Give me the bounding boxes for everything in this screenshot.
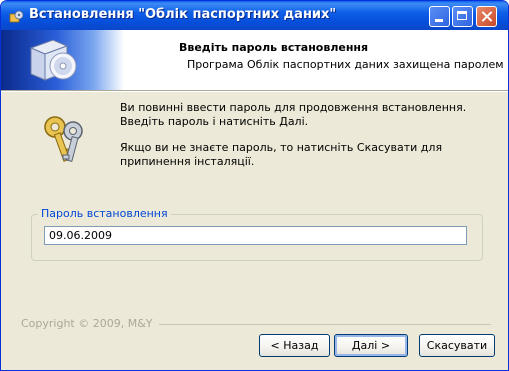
- installer-window: Встановлення "Облік паспортних даних" Вв…: [0, 0, 509, 371]
- password-group-label: Пароль встановлення: [38, 207, 171, 220]
- minimize-button[interactable]: [429, 6, 450, 27]
- wizard-header: Введіть пароль встановлення Програма Обл…: [1, 30, 508, 90]
- cancel-hint-text: Якщо ви не знаєте пароль, то натисніть С…: [120, 141, 443, 168]
- header-divider: [1, 90, 508, 92]
- installer-app-icon: [9, 10, 24, 23]
- setup-box-icon: [29, 39, 77, 81]
- next-button[interactable]: Далі >: [334, 334, 408, 357]
- maximize-button[interactable]: [452, 6, 473, 27]
- title-bar[interactable]: Встановлення "Облік паспортних даних": [1, 1, 508, 30]
- close-button[interactable]: [476, 6, 497, 27]
- copyright-text: Copyright © 2009, M&Y: [21, 317, 159, 330]
- instruction-text: Ви повинні ввести пароль для продовження…: [120, 101, 467, 128]
- keys-icon: [44, 116, 83, 162]
- header-subtitle: Програма Облік паспортних даних захищена…: [187, 58, 504, 71]
- password-input[interactable]: [44, 226, 467, 245]
- window-title: Встановлення "Облік паспортних даних": [29, 7, 337, 22]
- back-button[interactable]: < Назад: [259, 334, 330, 357]
- cancel-button[interactable]: Скасувати: [419, 334, 495, 357]
- header-banner-graphic: [1, 30, 124, 90]
- header-title: Введіть пароль встановлення: [179, 41, 369, 54]
